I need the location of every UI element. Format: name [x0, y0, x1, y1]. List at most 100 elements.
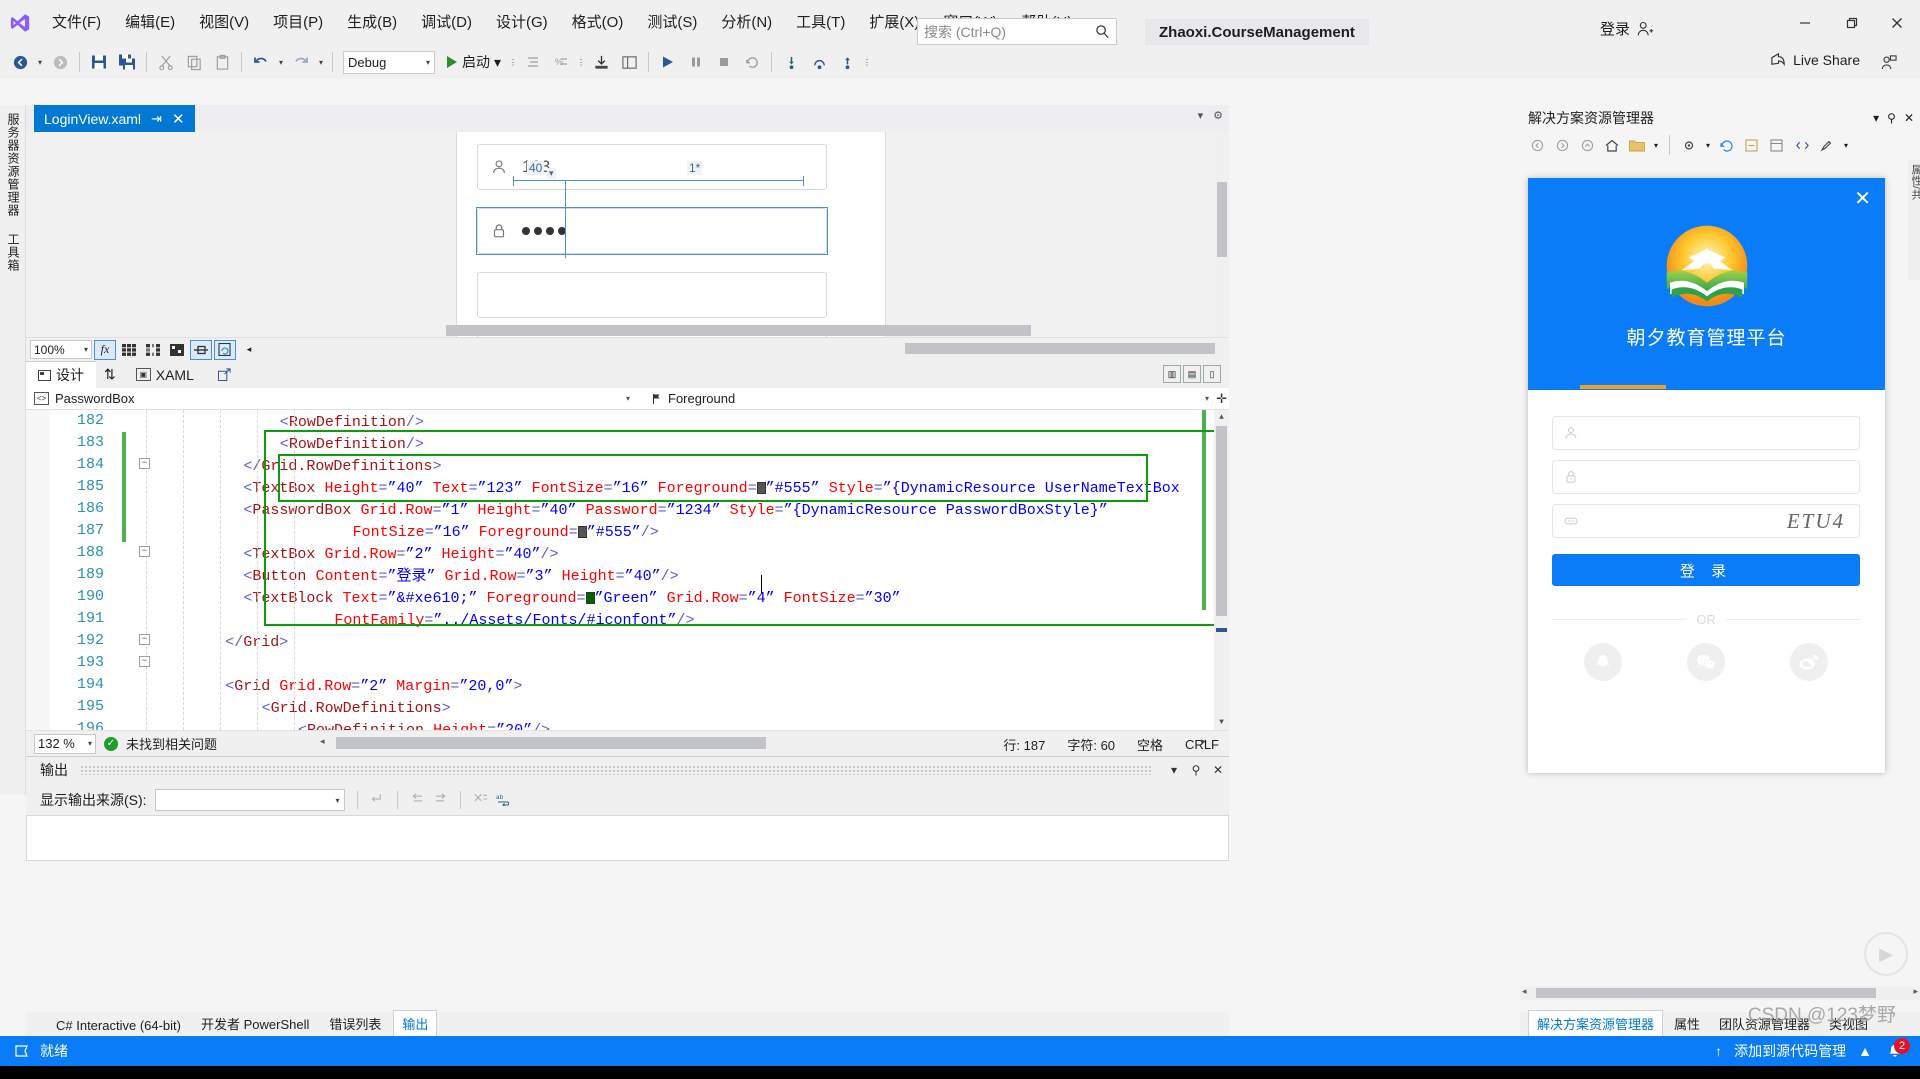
- breadcrumb-pin-icon[interactable]: ✛: [1216, 391, 1227, 407]
- view-code-icon[interactable]: [1791, 134, 1813, 156]
- chevron-down-icon[interactable]: ▾: [1651, 134, 1661, 156]
- build-configuration-select[interactable]: Debug ▾: [343, 50, 435, 74]
- copy-button[interactable]: [180, 48, 208, 76]
- editor-zoom-select[interactable]: 132 % ▾: [34, 733, 96, 754]
- designer-toolbar-scroll[interactable]: [905, 343, 1215, 354]
- menu-analyze[interactable]: 分析(N): [709, 0, 784, 45]
- sidebar-item-toolbox[interactable]: 工具箱: [0, 225, 27, 280]
- pin-icon[interactable]: ⇥: [151, 111, 162, 127]
- close-icon[interactable]: ✕: [1854, 186, 1871, 211]
- tab-error-list[interactable]: 错误列表: [321, 1011, 389, 1036]
- toolbar-overflow-2[interactable]: ⋮: [575, 48, 587, 76]
- source-control-label[interactable]: 添加到源代码管理: [1734, 1041, 1846, 1061]
- feedback-button[interactable]: [1874, 48, 1902, 76]
- effects-button[interactable]: fx: [94, 339, 116, 360]
- toolbar-overflow-3[interactable]: ⋮: [861, 48, 873, 76]
- tab-list-chevron-icon[interactable]: ▾: [1198, 109, 1204, 122]
- menu-test[interactable]: 测试(S): [635, 0, 709, 45]
- snap-grid-button[interactable]: [142, 340, 164, 360]
- editor-code-line[interactable]: <Grid.RowDefinitions>: [262, 698, 451, 720]
- close-icon[interactable]: ✕: [1904, 111, 1914, 125]
- adorner-handle-icon[interactable]: ▾: [547, 168, 556, 179]
- save-all-button[interactable]: [113, 48, 141, 76]
- chevron-down-icon[interactable]: ▾: [1703, 134, 1713, 156]
- output-text-area[interactable]: [26, 815, 1229, 861]
- editor-glyph-margin[interactable]: [26, 410, 50, 730]
- media-play-badge[interactable]: ▶: [1864, 932, 1908, 976]
- nav-up-icon[interactable]: [1576, 134, 1598, 156]
- properties-icon[interactable]: [1816, 134, 1838, 156]
- menu-build[interactable]: 生成(B): [335, 0, 409, 45]
- tab-xaml-view[interactable]: ▣ XAML: [124, 361, 206, 388]
- output-source-select[interactable]: ▾: [154, 789, 345, 811]
- close-icon[interactable]: ✕: [1207, 759, 1229, 781]
- output-goto-button[interactable]: [370, 792, 385, 809]
- scroll-right-icon[interactable]: ▸: [1913, 986, 1918, 997]
- editor-outline-expander[interactable]: −: [139, 656, 150, 667]
- close-button[interactable]: [1874, 0, 1920, 45]
- captcha-field[interactable]: ETU4: [1552, 504, 1860, 538]
- qq-login-button[interactable]: [1584, 643, 1623, 681]
- popout-designer-button[interactable]: [206, 361, 243, 388]
- pin-icon[interactable]: ⚲: [1887, 111, 1896, 125]
- line-ending-label[interactable]: CRLF: [1185, 737, 1219, 752]
- show-all-files-icon[interactable]: [1766, 134, 1788, 156]
- breadcrumb-property-dropdown-icon[interactable]: ▾: [1205, 394, 1209, 403]
- weibo-login-button[interactable]: [1789, 643, 1828, 681]
- output-wordwrap-button[interactable]: ab: [496, 792, 512, 809]
- indent-button[interactable]: [519, 48, 547, 76]
- nav-back-dropdown[interactable]: ▾: [34, 48, 46, 76]
- captcha-image-text[interactable]: ETU4: [1787, 509, 1845, 534]
- editor-code-line[interactable]: <Grid Grid.Row=”2” Margin=”20,0”>: [225, 676, 522, 698]
- collapse-all-icon[interactable]: [1741, 134, 1763, 156]
- indentation-label[interactable]: 空格: [1137, 735, 1163, 754]
- save-button[interactable]: [85, 48, 113, 76]
- split-vertical-button[interactable]: ▥: [1163, 365, 1181, 383]
- scroll-up-icon[interactable]: ▲: [1215, 411, 1228, 424]
- sign-in-button[interactable]: 登录: [1600, 18, 1654, 39]
- split-horizontal-button[interactable]: ▤: [1183, 365, 1201, 383]
- editor-vscrollbar[interactable]: ▲ ▼: [1214, 410, 1229, 730]
- tab-solution-explorer[interactable]: 解决方案资源管理器: [1528, 1010, 1664, 1036]
- designer-vscrollbar[interactable]: [1215, 132, 1229, 337]
- minimize-button[interactable]: [1782, 0, 1828, 45]
- output-next-button[interactable]: [433, 792, 448, 809]
- continue-button[interactable]: [654, 48, 682, 76]
- swap-panes-button[interactable]: ⇅: [96, 366, 124, 383]
- step-over-button[interactable]: [805, 48, 833, 76]
- menu-format[interactable]: 格式(O): [560, 0, 636, 45]
- username-field[interactable]: [1552, 416, 1860, 450]
- menu-design[interactable]: 设计(G): [484, 0, 560, 45]
- editor-hscrollbar[interactable]: ◂ ▸: [320, 736, 1206, 750]
- comment-button[interactable]: %: [547, 48, 575, 76]
- designer-empty-textbox[interactable]: [477, 272, 827, 318]
- sidebar-item-properties[interactable]: 属性/共: [1908, 160, 1920, 204]
- home-icon[interactable]: [1601, 134, 1623, 156]
- tab-csharp-interactive[interactable]: C# Interactive (64-bit): [48, 1015, 189, 1036]
- close-icon[interactable]: ✕: [172, 110, 185, 128]
- window-layout-button[interactable]: [615, 48, 643, 76]
- cut-button[interactable]: [152, 48, 180, 76]
- editor-outline-expander[interactable]: −: [139, 546, 150, 557]
- sidebar-item-server-explorer[interactable]: 服务器资源管理器: [0, 105, 27, 225]
- designer-zoom-select[interactable]: 100% ▾: [30, 340, 92, 359]
- folder-view-icon[interactable]: [1626, 134, 1648, 156]
- menu-project[interactable]: 项目(P): [261, 0, 335, 45]
- restart-button[interactable]: [738, 48, 766, 76]
- xaml-code-editor[interactable]: 182 183 184 185 186 187 188 189 190 191 192 193 194 1…: [26, 410, 1229, 730]
- pause-button[interactable]: [682, 48, 710, 76]
- maximize-button[interactable]: [1828, 0, 1874, 45]
- document-tab-loginview[interactable]: LoginView.xaml ⇥ ✕: [34, 105, 195, 132]
- upload-icon[interactable]: ↑: [1715, 1043, 1722, 1059]
- nav-back-button[interactable]: [6, 48, 34, 76]
- breadcrumb-element[interactable]: <> PasswordBox: [26, 391, 134, 406]
- redo-button[interactable]: [287, 48, 315, 76]
- output-prev-button[interactable]: [410, 792, 425, 809]
- menu-file[interactable]: 文件(F): [40, 0, 113, 45]
- caret-up-icon[interactable]: ▲: [1858, 1043, 1872, 1059]
- start-debug-button[interactable]: 启动 ▾: [440, 48, 507, 76]
- download-button[interactable]: [587, 48, 615, 76]
- drag-handle[interactable]: [80, 765, 1151, 775]
- refresh-icon[interactable]: [1716, 134, 1738, 156]
- scroll-down-icon[interactable]: ▼: [1215, 716, 1228, 729]
